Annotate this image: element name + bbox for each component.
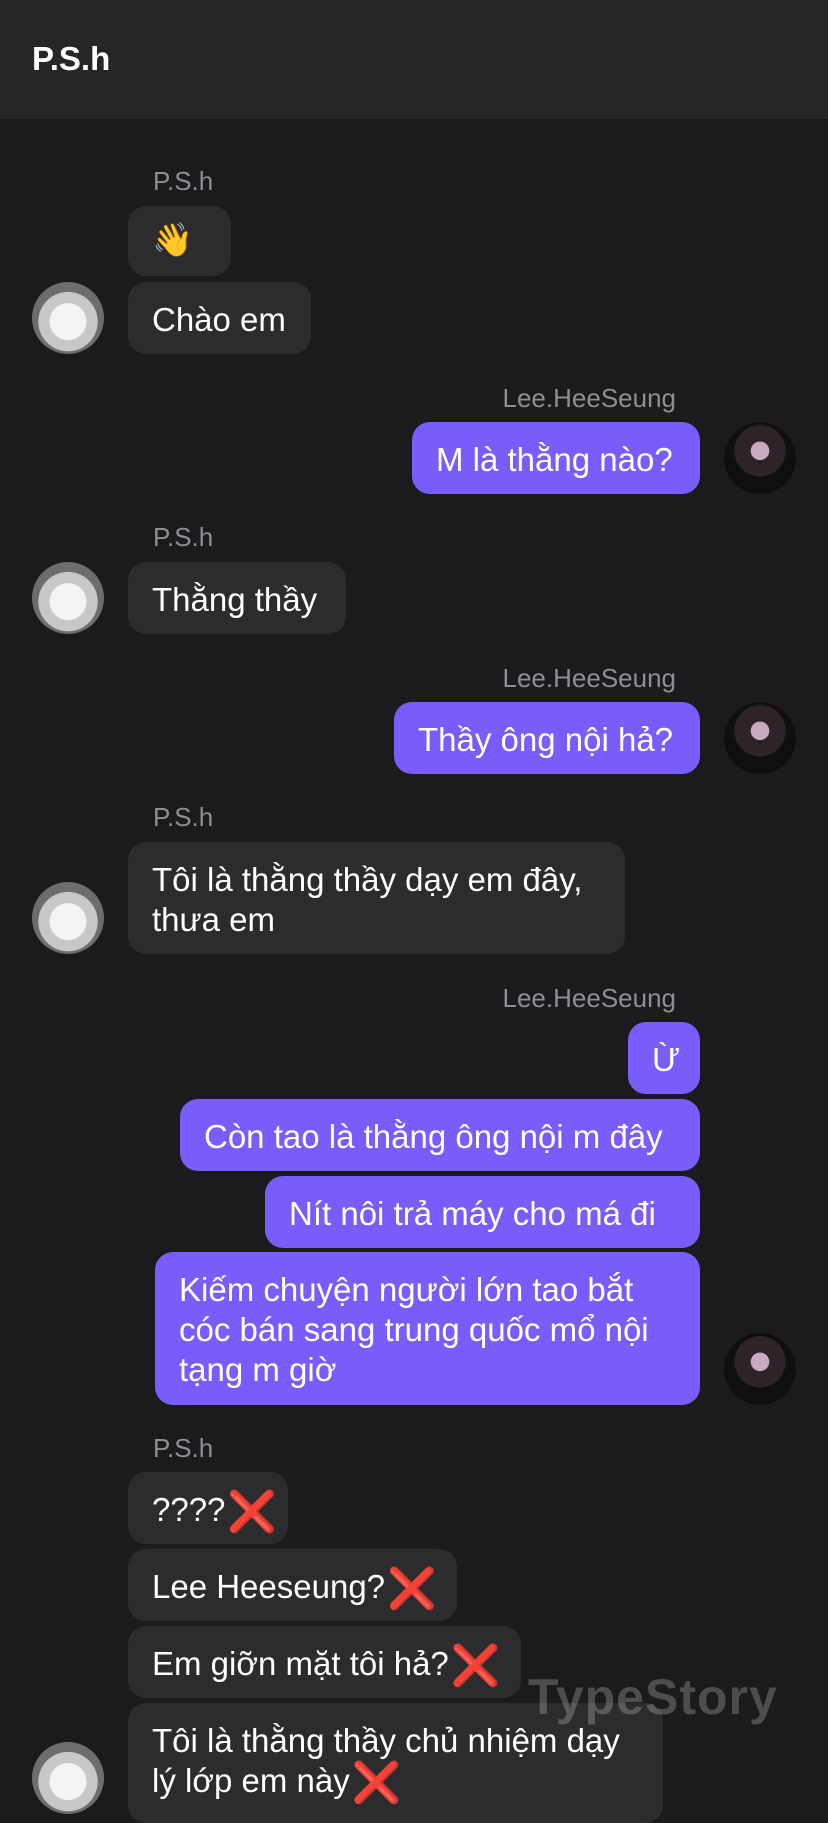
message-bubble-outgoing[interactable]: Thầy ông nội hả? xyxy=(394,702,700,774)
message-bubble-incoming[interactable]: Tôi là thằng thầy dạy em đây, thưa em xyxy=(128,842,625,954)
sender-name: Lee.HeeSeung xyxy=(502,983,676,1013)
avatar-leeheeseung[interactable] xyxy=(724,1333,796,1405)
message-bubble-incoming[interactable]: Thằng thầy xyxy=(128,562,346,634)
sender-name: P.S.h xyxy=(153,166,214,196)
watermark: TypeStory xyxy=(528,1669,778,1725)
message-bubble-outgoing[interactable]: Ừ xyxy=(628,1022,700,1094)
cross-mark-icon: ❌ xyxy=(450,1644,501,1689)
message-bubble-incoming[interactable]: Lee Heeseung?❌ xyxy=(128,1549,457,1621)
message-bubble-incoming[interactable]: Em giỡn mặt tôi hả?❌ xyxy=(128,1626,521,1698)
sender-name: P.S.h xyxy=(153,1433,214,1463)
sender-name: Lee.HeeSeung xyxy=(502,663,676,693)
message-text: Lee Heeseung? xyxy=(152,1568,386,1605)
message-bubble-outgoing[interactable]: Còn tao là thằng ông nội m đây xyxy=(180,1099,700,1171)
avatar-psh[interactable] xyxy=(32,282,104,354)
message-text: ???? xyxy=(152,1491,226,1528)
message-bubble-outgoing[interactable]: Nít nôi trả máy cho má đi xyxy=(265,1176,700,1248)
avatar-psh[interactable] xyxy=(32,882,104,954)
message-bubble-incoming[interactable]: Chào em xyxy=(128,282,311,354)
cross-mark-icon: ❌ xyxy=(227,1490,278,1535)
cross-mark-icon: ❌ xyxy=(387,1567,437,1612)
avatar-psh[interactable] xyxy=(32,1742,104,1814)
sender-name: P.S.h xyxy=(153,802,214,832)
chat-title: P.S.h xyxy=(32,40,111,77)
avatar-leeheeseung[interactable] xyxy=(724,702,796,774)
message-bubble-outgoing[interactable]: M là thằng nào? xyxy=(412,422,700,494)
message-bubble-outgoing[interactable]: Kiếm chuyện người lớn tao bắt cóc bán sa… xyxy=(155,1252,700,1405)
avatar-leeheeseung[interactable] xyxy=(724,422,796,494)
message-bubble-incoming[interactable]: 👋 xyxy=(128,206,231,276)
cross-mark-icon: ❌ xyxy=(351,1761,402,1806)
message-bubble-incoming[interactable]: ????❌ xyxy=(128,1472,288,1544)
chat-header: P.S.h xyxy=(0,0,828,119)
message-text: Em giỡn mặt tôi hả? xyxy=(152,1645,449,1682)
sender-name: P.S.h xyxy=(153,522,214,552)
sender-name: Lee.HeeSeung xyxy=(502,383,676,413)
avatar-psh[interactable] xyxy=(32,562,104,634)
